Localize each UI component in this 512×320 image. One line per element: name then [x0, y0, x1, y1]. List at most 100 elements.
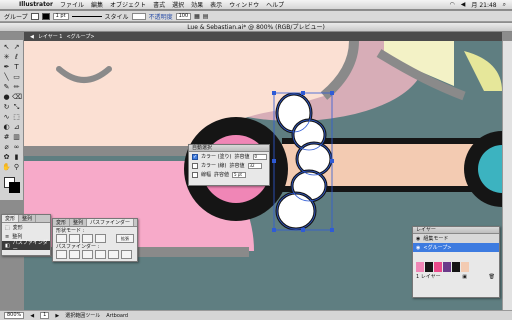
minus-front-button[interactable]	[69, 233, 80, 243]
rectangle-tool-icon[interactable]: ▭	[12, 73, 21, 82]
layer-row[interactable]: ◉ 組集モード	[413, 234, 499, 243]
zoom-input[interactable]: 800%	[4, 312, 25, 319]
magic-wand-option-stroke: カラー (線) 許容値 32	[189, 161, 269, 170]
breadcrumb-group[interactable]: <グループ>	[66, 33, 94, 40]
style-label: スタイル	[104, 13, 129, 21]
menu-file[interactable]: ファイル	[60, 0, 84, 9]
artboard-number[interactable]: 1	[40, 312, 50, 319]
menu-window[interactable]: ウィンドウ	[229, 0, 259, 9]
stroke-profile[interactable]	[71, 15, 102, 17]
wifi-icon[interactable]: ◠	[450, 1, 455, 8]
eraser-tool-icon[interactable]: ⌫	[12, 93, 22, 102]
line-tool-icon[interactable]: ╲	[2, 73, 11, 82]
menu-effect[interactable]: 効果	[191, 0, 203, 9]
fill-tolerance-input[interactable]: 0	[252, 153, 267, 160]
trim-button[interactable]	[69, 249, 80, 259]
group-row[interactable]: ◉ <グループ>	[413, 243, 499, 252]
trash-icon[interactable]: 🗑	[489, 274, 495, 280]
layers-panel: レイヤー ◉ 組集モード ◉ <グループ> 1 レイヤー ▣ 🗑	[412, 226, 500, 298]
opacity-input[interactable]: 100	[175, 12, 192, 20]
shape-builder-icon[interactable]: ◐	[2, 123, 11, 132]
stroke-weight-input[interactable]: 1 pt	[52, 12, 69, 20]
weight-tolerance-input[interactable]: 5 pt	[232, 171, 247, 178]
rotate-tool-icon[interactable]: ↻	[2, 103, 11, 112]
pen-tool-icon[interactable]: ✒	[2, 63, 11, 72]
layer-thumb[interactable]	[416, 262, 424, 272]
hand-tool-icon[interactable]: ✋	[2, 163, 11, 172]
divide-button[interactable]	[56, 249, 67, 259]
menu-edit[interactable]: 編集	[91, 0, 103, 9]
merge-button[interactable]	[82, 249, 93, 259]
free-transform-icon[interactable]: ⬚	[12, 113, 21, 122]
spotlight-icon[interactable]: ⌕	[503, 1, 506, 9]
direct-selection-tool-icon[interactable]: ↗	[12, 43, 21, 52]
stroke-swatch[interactable]	[41, 12, 50, 20]
menu-type[interactable]: 書式	[153, 0, 165, 9]
zoom-tool-icon[interactable]: ⚲	[12, 163, 21, 172]
tab-transform[interactable]: 変形	[2, 215, 20, 222]
layer-thumb[interactable]	[443, 262, 451, 272]
expand-button[interactable]: 拡張	[116, 233, 134, 243]
tab-align[interactable]: 整列	[70, 219, 88, 226]
brush-tool-icon[interactable]: ✎	[2, 83, 11, 92]
intersect-button[interactable]	[82, 233, 93, 243]
tab-pathfinder[interactable]: パスファインダー	[87, 219, 135, 226]
eyedropper-tool-icon[interactable]: ⌀	[2, 143, 11, 152]
menu-help[interactable]: ヘルプ	[266, 0, 284, 9]
mesh-tool-icon[interactable]: #	[2, 133, 11, 142]
eye-icon[interactable]: ◉	[416, 245, 420, 251]
menu-select[interactable]: 選択	[172, 0, 184, 9]
new-layer-icon[interactable]: ▣	[462, 274, 467, 280]
perspective-tool-icon[interactable]: ⊿	[12, 123, 21, 132]
vertical-scrollbar[interactable]	[502, 41, 512, 310]
blob-brush-icon[interactable]: ●	[2, 93, 11, 102]
menu-app-name[interactable]: Illustrator	[19, 1, 53, 8]
layer-thumb[interactable]	[434, 262, 442, 272]
crop-button[interactable]	[95, 249, 106, 259]
selection-tool-icon[interactable]: ↖	[2, 43, 11, 52]
align-icon[interactable]: ▤	[203, 13, 209, 20]
back-arrow-icon[interactable]: ◀	[30, 34, 34, 40]
blend-tool-icon[interactable]: ∞	[12, 143, 21, 152]
opacity-label[interactable]: 不透明度	[149, 12, 173, 21]
fill-color-checkbox[interactable]: ✓	[192, 153, 198, 160]
layer-thumb[interactable]	[461, 262, 469, 272]
unite-button[interactable]	[56, 233, 67, 243]
type-tool-icon[interactable]: T	[12, 63, 21, 72]
menu-view[interactable]: 表示	[210, 0, 222, 9]
clock[interactable]: 月 21:48	[471, 0, 496, 9]
lasso-tool-icon[interactable]: ℓ	[12, 53, 21, 62]
panel-item-label: 変形	[12, 225, 23, 231]
scale-tool-icon[interactable]: ⤡	[12, 103, 21, 112]
symbol-sprayer-icon[interactable]: ✿	[2, 153, 11, 162]
gradient-tool-icon[interactable]: ▥	[12, 133, 21, 142]
graph-tool-icon[interactable]: ▮	[12, 153, 21, 162]
exclude-button[interactable]	[95, 233, 106, 243]
minus-back-button[interactable]	[121, 249, 132, 259]
prev-artboard-icon[interactable]: ◀	[30, 313, 34, 319]
warp-tool-icon[interactable]: ∿	[2, 113, 11, 122]
magic-wand-tool-icon[interactable]: ✳	[2, 53, 11, 62]
stroke-color-box[interactable]	[9, 182, 20, 193]
layer-thumb[interactable]	[425, 262, 433, 272]
fill-swatch[interactable]	[30, 12, 39, 20]
stroke-weight-checkbox[interactable]	[192, 171, 198, 178]
stroke-tolerance-input[interactable]: 32	[247, 162, 262, 169]
style-dropdown[interactable]	[131, 12, 146, 20]
menu-object[interactable]: オブジェクト	[110, 0, 146, 9]
stroke-color-checkbox[interactable]	[192, 162, 198, 169]
volume-icon[interactable]: ◀	[461, 1, 466, 8]
panel-item-pathfinder[interactable]: ◧ パスファインダー	[2, 239, 50, 253]
pencil-tool-icon[interactable]: ✏	[12, 83, 21, 92]
magic-wand-title: 自動選択	[189, 145, 269, 152]
tab-align[interactable]: 整列	[19, 215, 37, 222]
tab-transform[interactable]: 変形	[53, 219, 71, 226]
outline-button[interactable]	[108, 249, 119, 259]
panel-item-label: パスファインダー	[12, 239, 48, 253]
eye-icon[interactable]: ◉	[416, 236, 420, 242]
layer-thumb[interactable]	[452, 262, 460, 272]
next-artboard-icon[interactable]: ▶	[55, 313, 59, 319]
breadcrumb-layer[interactable]: レイヤー 1	[38, 33, 63, 40]
transform-icon[interactable]: ▦	[194, 13, 200, 20]
panel-item-transform[interactable]: ⬚ 変形	[2, 223, 50, 232]
